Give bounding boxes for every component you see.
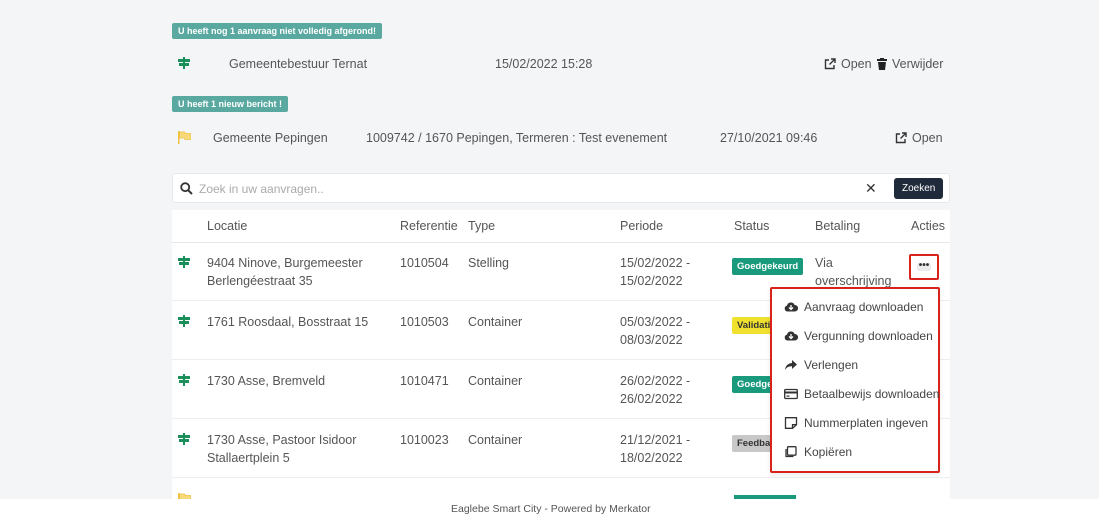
type-cell: Container bbox=[468, 374, 523, 388]
cloud-download-icon bbox=[784, 302, 798, 312]
status-badge: Feedba bbox=[732, 435, 776, 452]
notification-row-message: Gemeente Pepingen 1009742 / 1670 Pepinge… bbox=[172, 127, 950, 149]
column-header-referentie[interactable]: Referentie bbox=[400, 219, 458, 233]
road-sign-icon bbox=[178, 315, 190, 330]
type-cell: Container bbox=[468, 315, 523, 329]
notification-datetime: 15/02/2022 15:28 bbox=[495, 57, 593, 71]
flag-icon bbox=[178, 131, 191, 147]
reference-cell: 1010503 bbox=[400, 315, 449, 329]
location-cell: 1761 Roosdaal, Bosstraat 15 bbox=[207, 315, 369, 329]
status-badge: Validati bbox=[732, 317, 776, 334]
search-icon bbox=[180, 182, 193, 198]
search-bar: ✕ Zoeken bbox=[172, 173, 950, 203]
menu-item-kopieren[interactable]: Kopiëren bbox=[784, 442, 852, 462]
column-header-periode[interactable]: Periode bbox=[620, 219, 663, 233]
column-header-status[interactable]: Status bbox=[734, 219, 769, 233]
new-message-badge: U heeft 1 nieuw bericht ! bbox=[172, 96, 289, 112]
footer-text: Eaglebe Smart City - Powered by Merkator bbox=[451, 503, 651, 515]
open-link[interactable]: Open bbox=[824, 57, 872, 71]
open-link-label: Open bbox=[841, 57, 872, 71]
period-cell: 05/03/2022 - 08/03/2022 bbox=[620, 315, 691, 347]
status-badge: Goedgekeurd bbox=[732, 258, 804, 275]
cloud-download-icon bbox=[784, 331, 798, 341]
column-header-locatie[interactable]: Locatie bbox=[207, 219, 247, 233]
type-cell: Container bbox=[468, 433, 523, 447]
incomplete-request-badge: U heeft nog 1 aanvraag niet volledig afg… bbox=[172, 23, 383, 39]
delete-link[interactable]: Verwijder bbox=[877, 57, 943, 71]
notification-datetime: 27/10/2021 09:46 bbox=[720, 131, 818, 145]
location-cell: 9404 Ninove, Burgemeester Berlengéestraa… bbox=[207, 256, 363, 288]
period-cell: 21/12/2021 - 18/02/2022 bbox=[620, 433, 691, 465]
reference-cell: 1010504 bbox=[400, 256, 449, 270]
search-input[interactable] bbox=[199, 180, 839, 198]
period-cell: 15/02/2022 - 15/02/2022 bbox=[620, 256, 691, 288]
location-cell: 1730 Asse, Bremveld bbox=[207, 374, 326, 388]
open-link-label: Open bbox=[912, 131, 943, 145]
footer: Eaglebe Smart City - Powered by Merkator bbox=[0, 499, 1099, 520]
search-button[interactable]: Zoeken bbox=[894, 178, 944, 199]
clear-search-icon[interactable]: ✕ bbox=[865, 180, 877, 197]
reference-cell: 1010471 bbox=[400, 374, 449, 388]
column-header-betaling[interactable]: Betaling bbox=[815, 219, 860, 233]
external-link-icon bbox=[824, 58, 836, 70]
notification-org: Gemeentebestuur Ternat bbox=[229, 57, 368, 71]
period-cell: 26/02/2022 - 26/02/2022 bbox=[620, 374, 691, 406]
road-sign-icon bbox=[178, 433, 190, 448]
notification-org: Gemeente Pepingen bbox=[213, 131, 328, 145]
menu-item-betaalbewijs-downloaden[interactable]: Betaalbewijs downloaden bbox=[784, 384, 939, 404]
column-header-acties: Acties bbox=[911, 219, 946, 233]
credit-card-icon bbox=[784, 388, 798, 400]
actions-dropdown-menu: Aanvraag downloaden Vergunning downloade… bbox=[770, 287, 940, 473]
more-options-icon: ••• bbox=[917, 260, 931, 271]
location-cell: 1730 Asse, Pastoor Isidoor Stallaertplei… bbox=[207, 433, 357, 465]
copy-icon bbox=[785, 446, 797, 458]
menu-item-vergunning-downloaden[interactable]: Vergunning downloaden bbox=[784, 326, 933, 346]
menu-item-aanvraag-downloaden[interactable]: Aanvraag downloaden bbox=[784, 297, 923, 317]
table-row[interactable] bbox=[172, 479, 950, 500]
notification-row-incomplete: Gemeentebestuur Ternat 15/02/2022 15:28 … bbox=[172, 53, 950, 75]
open-link[interactable]: Open bbox=[895, 131, 943, 145]
delete-link-label: Verwijder bbox=[892, 57, 944, 71]
reference-cell: 1010023 bbox=[400, 433, 449, 447]
menu-item-verlengen[interactable]: Verlengen bbox=[784, 355, 858, 375]
column-header-type[interactable]: Type bbox=[468, 219, 495, 233]
sticky-note-icon bbox=[784, 417, 798, 429]
payment-cell: Via overschrijving bbox=[815, 256, 892, 288]
actions-menu-button[interactable]: ••• bbox=[909, 254, 939, 280]
trash-icon bbox=[877, 58, 887, 70]
external-link-icon bbox=[895, 132, 907, 144]
notification-description: 1009742 / 1670 Pepingen, Termeren : Test… bbox=[366, 131, 668, 145]
type-cell: Stelling bbox=[468, 256, 509, 270]
road-sign-icon bbox=[178, 57, 190, 72]
menu-item-nummerplaten-ingeven[interactable]: Nummerplaten ingeven bbox=[784, 413, 928, 433]
road-sign-icon bbox=[178, 374, 190, 389]
road-sign-icon bbox=[178, 256, 190, 271]
share-arrow-icon bbox=[785, 360, 797, 370]
